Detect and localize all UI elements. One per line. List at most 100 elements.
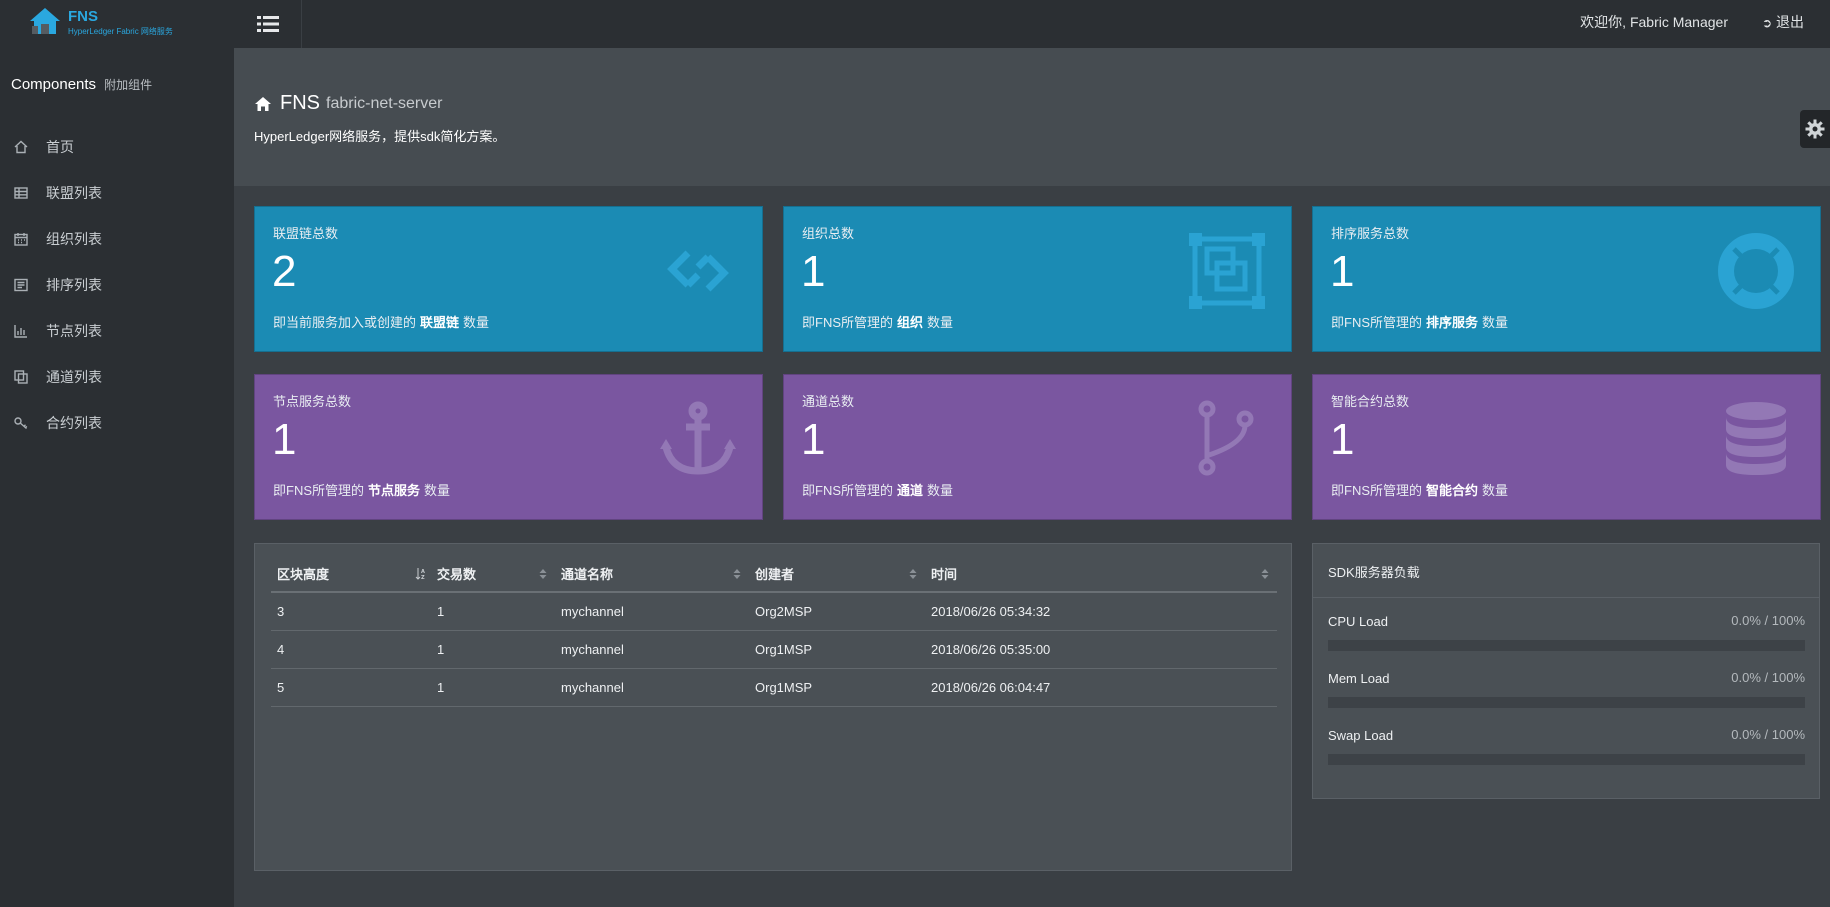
list-icon [14,278,28,292]
cell-tx-count: 1 [431,630,555,669]
calendar-icon [14,233,28,246]
stat-desc-post: 数量 [1482,315,1509,330]
stat-description: 即当前服务加入或创建的 联盟链 数量 [273,312,489,331]
settings-tab[interactable] [1800,110,1830,148]
stat-desc-bold: 节点服务 [368,483,421,498]
load-value: 0.0% / 100% [1731,727,1805,742]
list-menu-icon [256,16,279,32]
table-row[interactable]: 3 1 mychannel Org2MSP 2018/06/26 05:34:3… [271,592,1277,631]
column-header-label: 通道名称 [561,567,614,582]
column-header-label: 创建者 [755,567,795,582]
stat-desc-bold: 通道 [897,483,924,498]
cell-tx-count: 1 [431,668,555,707]
stat-value: 1 [1330,415,1355,464]
logo-title: FNS [68,8,98,25]
stat-desc-pre: 即FNS所管理的 [802,483,894,498]
stat-box-contracts[interactable]: 智能合约总数 1 即FNS所管理的 智能合约 数量 [1312,374,1821,520]
load-name: Swap Load [1328,728,1394,743]
column-header-block-height[interactable]: 区块高度 AZ [271,556,431,593]
stat-desc-pre: 即FNS所管理的 [1331,315,1423,330]
sidebar-item-label: 通道列表 [46,369,102,385]
sidebar-item-channels[interactable]: 通道列表 [0,354,234,400]
stat-box-channels[interactable]: 通道总数 1 即FNS所管理的 通道 数量 [783,374,1292,520]
blocks-table: 区块高度 AZ 交易数 通道名称 创建者 时间 3 1 mychannel Or… [271,556,1277,707]
life-ring-icon [1718,233,1794,309]
cell-creator: Org2MSP [749,592,925,631]
stat-box-orgs[interactable]: 组织总数 1 即FNS所管理的 组织 数量 [783,206,1292,352]
column-header-channel-name[interactable]: 通道名称 [555,556,749,593]
cpu-load-progress [1328,640,1805,651]
cell-block-height: 5 [271,668,431,707]
stat-desc-pre: 即FNS所管理的 [1331,483,1423,498]
stat-desc-post: 数量 [927,315,954,330]
stat-description: 即FNS所管理的 排序服务 数量 [1331,312,1508,331]
cell-block-height: 3 [271,592,431,631]
swap-load-row: Swap Load 0.0% / 100% [1313,712,1819,769]
welcome-text: 欢迎你, Fabric Manager [1580,14,1728,30]
table-row[interactable]: 5 1 mychannel Org1MSP 2018/06/26 06:04:4… [271,668,1277,707]
column-header-label: 交易数 [437,567,477,582]
cell-time: 2018/06/26 05:34:32 [925,592,1277,631]
column-header-tx-count[interactable]: 交易数 [431,556,555,593]
sidebar-nav: 首页 联盟列表 组织列表 排序列表 节点列表 通道列表 合约列表 [0,124,234,446]
sdk-load-panel: SDK服务器负载 CPU Load 0.0% / 100% Mem Load 0… [1312,543,1820,799]
sidebar-item-label: 组织列表 [46,231,102,247]
stat-desc-post: 数量 [463,315,490,330]
stat-label: 联盟链总数 [273,226,339,241]
stat-label: 智能合约总数 [1331,394,1410,409]
sdk-load-title: SDK服务器负载 [1313,544,1819,598]
gear-icon [1805,119,1825,139]
cell-block-height: 4 [271,630,431,669]
cell-channel-name: mychannel [555,630,749,669]
home-icon [14,140,28,154]
table-row[interactable]: 4 1 mychannel Org1MSP 2018/06/26 05:35:0… [271,630,1277,669]
link-icon [667,250,729,292]
sidebar-item-alliances[interactable]: 联盟列表 [0,170,234,216]
stat-box-orderers[interactable]: 排序服务总数 1 即FNS所管理的 排序服务 数量 [1312,206,1821,352]
sidebar-item-peers[interactable]: 节点列表 [0,308,234,354]
swap-load-progress [1328,754,1805,765]
sidebar-item-orderers[interactable]: 排序列表 [0,262,234,308]
database-icon [1726,402,1786,475]
logo-subtitle: HyperLedger Fabric 网络服务 [68,27,173,36]
blocks-table-panel: 区块高度 AZ 交易数 通道名称 创建者 时间 3 1 mychannel Or… [254,543,1292,871]
stat-box-alliances[interactable]: 联盟链总数 2 即当前服务加入或创建的 联盟链 数量 [254,206,763,352]
stat-value: 1 [801,247,826,296]
stat-value: 1 [272,415,297,464]
page-title-text: FNS [280,92,320,114]
page-description: HyperLedger网络服务，提供sdk简化方案。 [254,129,506,144]
stat-box-peers[interactable]: 节点服务总数 1 即FNS所管理的 节点服务 数量 [254,374,763,520]
sign-out-icon: ➲ [1761,16,1772,30]
sidebar-item-orgs[interactable]: 组织列表 [0,216,234,262]
stat-desc-pre: 即当前服务加入或创建的 [273,315,417,330]
mem-load-progress [1328,697,1805,708]
page-subtitle: fabric-net-server [326,94,443,112]
bar-chart-icon [14,325,27,338]
stat-description: 即FNS所管理的 节点服务 数量 [273,480,450,499]
column-header-creator[interactable]: 创建者 [749,556,925,593]
svg-text:Z: Z [421,575,425,580]
stat-label: 通道总数 [802,394,855,409]
column-header-time[interactable]: 时间 [925,556,1277,593]
sidebar-item-contracts[interactable]: 合约列表 [0,400,234,446]
home-icon [255,96,271,111]
house-logo-icon [30,8,60,34]
stat-value: 2 [272,247,297,296]
stat-label: 组织总数 [802,226,855,241]
sidebar-toggle-button[interactable] [234,0,302,48]
logo[interactable]: FNS HyperLedger Fabric 网络服务 [28,4,188,40]
components-heading: Components 附加组件 [11,76,152,93]
logout-button[interactable]: ➲ 退出 [1762,12,1804,32]
components-label: Components [11,76,97,93]
stat-description: 即FNS所管理的 组织 数量 [802,312,953,331]
cell-channel-name: mychannel [555,668,749,707]
sidebar-item-label: 节点列表 [46,323,102,339]
column-header-label: 时间 [931,567,958,582]
cell-creator: Org1MSP [749,668,925,707]
sidebar-item-home[interactable]: 首页 [0,124,234,170]
cell-creator: Org1MSP [749,630,925,669]
topbar: 欢迎你, Fabric Manager ➲ 退出 [234,0,1830,48]
stat-description: 即FNS所管理的 通道 数量 [802,480,953,499]
stat-desc-pre: 即FNS所管理的 [802,315,894,330]
stat-desc-pre: 即FNS所管理的 [273,483,365,498]
